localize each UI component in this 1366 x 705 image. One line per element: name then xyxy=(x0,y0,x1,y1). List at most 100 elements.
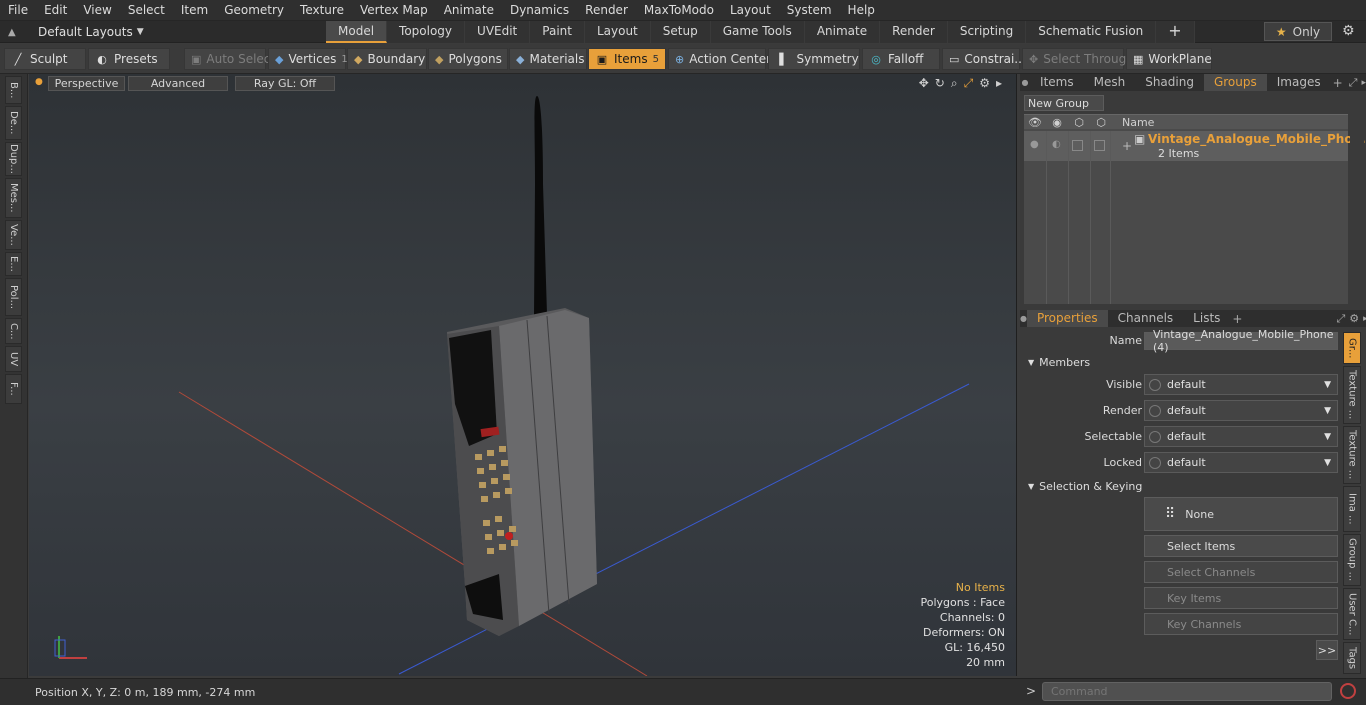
none-button[interactable]: ⠿ None xyxy=(1144,497,1338,531)
only-toggle[interactable]: ★ Only xyxy=(1264,22,1332,41)
locked-select[interactable]: default ▼ xyxy=(1144,452,1338,473)
auto-select-button[interactable]: ▣ Auto Select xyxy=(184,48,275,70)
menu-layout[interactable]: Layout xyxy=(722,0,779,21)
more-button[interactable]: >> xyxy=(1316,640,1338,660)
key-items-button[interactable]: Key Items xyxy=(1144,587,1338,609)
left-tab-basic[interactable]: B... xyxy=(5,76,22,104)
play-icon[interactable]: ▸ xyxy=(1361,78,1366,88)
tab-paint[interactable]: Paint xyxy=(530,21,585,43)
items-button[interactable]: ▣ Items 5 xyxy=(588,48,666,70)
boundary-button[interactable]: ◆ Boundary xyxy=(347,48,427,70)
tab-topology[interactable]: Topology xyxy=(387,21,466,43)
menu-view[interactable]: View xyxy=(75,0,119,21)
raygl-button[interactable]: Ray GL: Off xyxy=(235,76,335,91)
gear-icon[interactable]: ⚙ xyxy=(1349,312,1359,325)
tab-lists[interactable]: Lists xyxy=(1183,310,1230,327)
record-icon[interactable] xyxy=(1340,683,1356,699)
left-tab-uv[interactable]: UV xyxy=(5,346,22,372)
tab-scripting[interactable]: Scripting xyxy=(947,21,1027,43)
menu-texture[interactable]: Texture xyxy=(292,0,352,21)
new-group-button[interactable]: New Group xyxy=(1024,95,1104,111)
tab-model[interactable]: Model xyxy=(326,21,388,43)
left-tab-fusion[interactable]: F... xyxy=(5,374,22,404)
constraints-button[interactable]: ▭ Constrai... xyxy=(942,48,1026,70)
tab-items[interactable]: Items xyxy=(1030,74,1084,91)
materials-button[interactable]: ◆ Materials xyxy=(509,48,587,70)
render-icon[interactable]: ◉ xyxy=(1046,116,1068,129)
tab-game-tools[interactable]: Game Tools xyxy=(710,21,805,43)
play-icon[interactable]: ▸ xyxy=(996,76,1002,91)
tab-animate[interactable]: Animate xyxy=(804,21,881,43)
left-tab-deform[interactable]: De... xyxy=(5,106,22,140)
render-toggle-icon[interactable]: ◐ xyxy=(1052,139,1061,150)
right-tab-group[interactable]: Gr... xyxy=(1343,332,1361,364)
workplane-button[interactable]: ▦ WorkPlane xyxy=(1126,48,1212,70)
right-tab-group-2[interactable]: Group ... xyxy=(1343,534,1361,586)
command-input[interactable] xyxy=(1042,682,1332,701)
tab-render[interactable]: Render xyxy=(880,21,948,43)
3d-viewport[interactable]: Perspective Advanced Ray GL: Off ● ✥ ↻ ⌕… xyxy=(29,74,1017,676)
add-tab-icon[interactable]: + xyxy=(1156,21,1195,43)
add-tab-icon[interactable]: + xyxy=(1232,312,1242,326)
vertices-button[interactable]: ◆ Vertices 1 xyxy=(268,48,348,70)
menu-edit[interactable]: Edit xyxy=(36,0,75,21)
selection-keying-section[interactable]: ▼ Selection & Keying xyxy=(1028,478,1360,494)
left-tab-duplicate[interactable]: Dup... xyxy=(5,142,22,176)
name-field[interactable]: Vintage_Analogue_Mobile_Phone (4) xyxy=(1144,328,1338,354)
scrollbar[interactable] xyxy=(1350,114,1364,304)
tab-setup[interactable]: Setup xyxy=(650,21,711,43)
tab-images[interactable]: Images xyxy=(1267,74,1331,91)
move-icon[interactable]: ✥ xyxy=(919,76,929,91)
visible-select[interactable]: default ▼ xyxy=(1144,374,1338,395)
menu-maxtomodo[interactable]: MaxToModo xyxy=(636,0,722,21)
menu-geometry[interactable]: Geometry xyxy=(216,0,292,21)
symmetry-button[interactable]: ▐ Symmetry xyxy=(768,48,860,70)
lock-checkbox[interactable] xyxy=(1072,140,1083,151)
right-tab-tags[interactable]: Tags xyxy=(1343,642,1361,674)
action-center-button[interactable]: ⊕ Action Center xyxy=(668,48,771,70)
menu-vertex-map[interactable]: Vertex Map xyxy=(352,0,436,21)
sculpt-button[interactable]: ╱ Sculpt xyxy=(4,48,86,70)
gear-icon[interactable]: ⚙ xyxy=(1342,23,1355,39)
right-tab-texture-1[interactable]: Texture ... xyxy=(1343,366,1361,424)
rotate-icon[interactable]: ↻ xyxy=(935,76,945,91)
menu-select[interactable]: Select xyxy=(120,0,173,21)
falloff-button[interactable]: ◎ Falloff xyxy=(862,48,940,70)
view-perspective-button[interactable]: Perspective xyxy=(48,76,125,91)
left-tab-mesh-edit[interactable]: Mes... xyxy=(5,178,22,218)
select-items-button[interactable]: Select Items xyxy=(1144,535,1338,557)
tab-channels[interactable]: Channels xyxy=(1108,310,1184,327)
shading-advanced-button[interactable]: Advanced xyxy=(128,76,228,91)
left-tab-vertex[interactable]: Ve... xyxy=(5,220,22,250)
menu-render[interactable]: Render xyxy=(577,0,636,21)
select-channels-button[interactable]: Select Channels xyxy=(1144,561,1338,583)
tab-layout[interactable]: Layout xyxy=(584,21,651,43)
menu-system[interactable]: System xyxy=(779,0,840,21)
tab-groups[interactable]: Groups xyxy=(1203,74,1267,91)
collapse-icon[interactable]: ▲ xyxy=(8,27,20,38)
right-tab-texture-2[interactable]: Texture ... xyxy=(1343,426,1361,484)
right-tab-user-channels[interactable]: User C... xyxy=(1343,588,1361,640)
left-tab-edge[interactable]: E... xyxy=(5,252,22,276)
menu-dynamics[interactable]: Dynamics xyxy=(502,0,577,21)
add-tab-icon[interactable]: + xyxy=(1333,76,1343,90)
polygons-button[interactable]: ◆ Polygons xyxy=(428,48,508,70)
tab-properties[interactable]: Properties xyxy=(1026,310,1108,327)
eye-icon[interactable]: 👁 xyxy=(1024,116,1046,129)
selectable-select[interactable]: default ▼ xyxy=(1144,426,1338,447)
left-tab-polygon[interactable]: Pol... xyxy=(5,278,22,316)
menu-help[interactable]: Help xyxy=(840,0,883,21)
fit-icon[interactable]: ⤢ xyxy=(964,76,974,91)
select-cube-icon[interactable]: ⬡ xyxy=(1090,116,1112,129)
viewport-options-icon[interactable]: ● xyxy=(35,77,43,87)
tab-mesh[interactable]: Mesh ... xyxy=(1084,74,1136,106)
expand-icon[interactable]: ⤢ xyxy=(1336,312,1345,326)
menu-item[interactable]: Item xyxy=(173,0,216,21)
presets-button[interactable]: ◐ Presets xyxy=(88,48,170,70)
menu-animate[interactable]: Animate xyxy=(436,0,502,21)
tab-schematic-fusion[interactable]: Schematic Fusion xyxy=(1026,21,1157,43)
key-channels-button[interactable]: Key Channels xyxy=(1144,613,1338,635)
render-select[interactable]: default ▼ xyxy=(1144,400,1338,421)
select-through-button[interactable]: ✥ Select Through xyxy=(1022,48,1134,70)
panel-options-icon[interactable]: ● xyxy=(1020,314,1027,323)
